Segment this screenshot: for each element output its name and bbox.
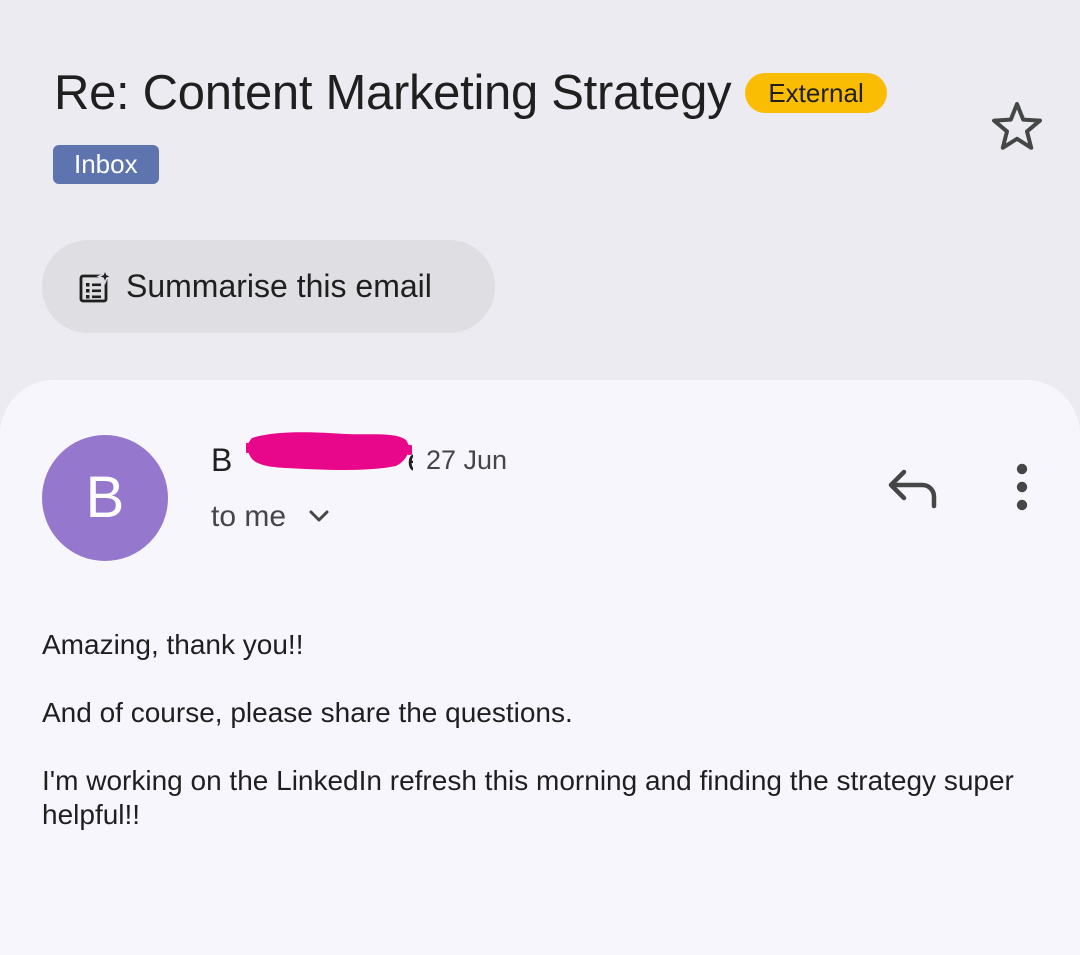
summarise-sparkle-icon xyxy=(79,269,112,302)
subject-row: Re: Content Marketing Strategy External xyxy=(54,62,887,124)
reply-icon[interactable] xyxy=(884,464,942,512)
sender-name-start: B xyxy=(211,441,233,478)
more-vert-icon[interactable] xyxy=(1005,461,1039,515)
inbox-label-chip[interactable]: Inbox xyxy=(53,145,159,184)
summarise-email-button[interactable]: Summarise this email xyxy=(42,240,495,333)
body-paragraph: Amazing, thank you!! xyxy=(42,629,304,660)
sender-avatar[interactable]: B xyxy=(42,435,168,561)
message-body: Amazing, thank you!! And of course, plea… xyxy=(42,628,1032,866)
recipient-row[interactable]: to me xyxy=(211,500,332,534)
body-paragraph: I'm working on the LinkedIn refresh this… xyxy=(42,765,1014,830)
message-date: 27 Jun xyxy=(426,444,508,475)
summarise-label: Summarise this email xyxy=(126,268,432,304)
email-subject: Re: Content Marketing Strategy xyxy=(54,66,732,120)
chevron-down-icon[interactable] xyxy=(306,508,332,526)
recipient-label: to me xyxy=(211,500,287,533)
email-view: Re: Content Marketing Strategy External … xyxy=(0,0,1080,955)
star-icon[interactable] xyxy=(990,100,1044,152)
redaction-scribble xyxy=(246,432,412,470)
body-paragraph: And of course, please share the question… xyxy=(42,697,573,728)
external-badge: External xyxy=(745,73,887,113)
